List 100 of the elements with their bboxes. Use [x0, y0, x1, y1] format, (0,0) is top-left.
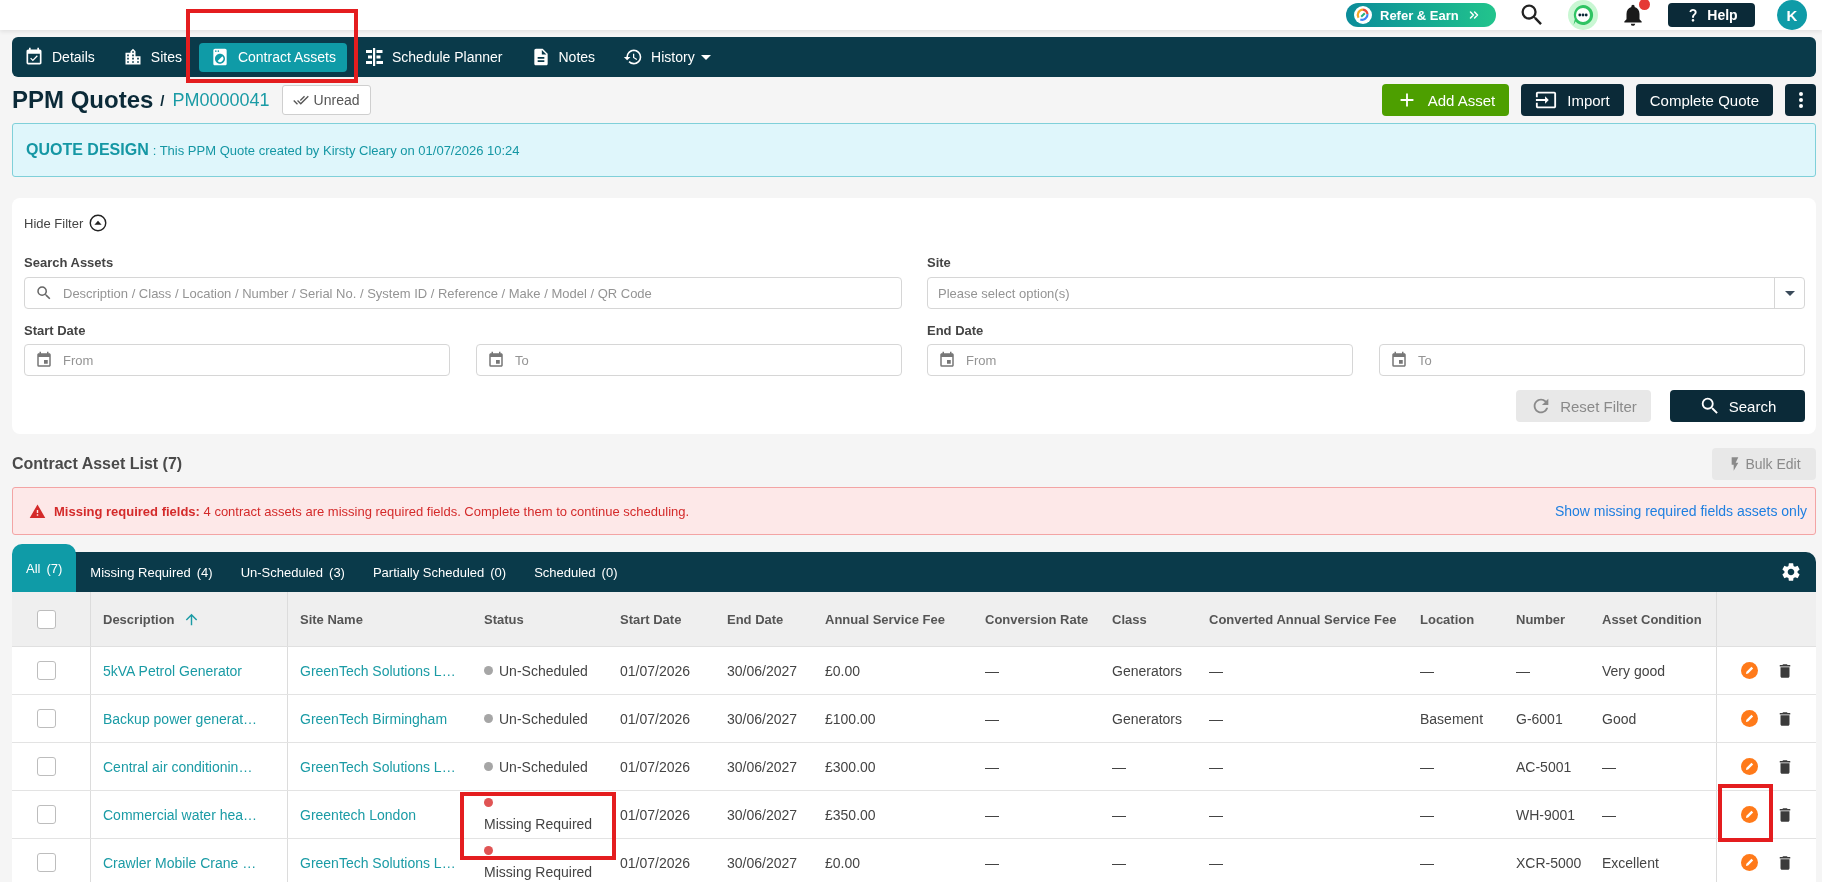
user-avatar[interactable]: K [1777, 0, 1807, 30]
site-link[interactable]: Greentech London [300, 806, 416, 823]
status-label: Un-Scheduled [499, 662, 588, 679]
add-asset-button[interactable]: Add Asset [1381, 84, 1510, 116]
table-cell: — [985, 662, 999, 679]
chat-icon[interactable] [1568, 0, 1598, 30]
table-cell: 30/06/2027 [727, 758, 798, 775]
table-cell: 30/06/2027 [727, 854, 798, 871]
column-header[interactable]: Start Date [620, 611, 682, 627]
complete-quote-button[interactable]: Complete Quote [1635, 84, 1773, 116]
column-header[interactable]: Status [484, 611, 524, 627]
table-cell: — [1420, 806, 1434, 823]
column-header[interactable]: Conversion Rate [985, 611, 1089, 627]
edit-icon[interactable] [1741, 806, 1758, 823]
column-header[interactable]: Description [103, 611, 175, 627]
table-cell: 30/06/2027 [727, 662, 798, 679]
column-header[interactable]: Number [1516, 611, 1566, 627]
table-cell: £0.00 [825, 662, 861, 679]
nav-tab[interactable]: Contract Assets [198, 42, 347, 72]
edit-icon[interactable] [1741, 662, 1758, 679]
nav-tab[interactable]: Notes [519, 42, 607, 72]
select-all-checkbox[interactable] [37, 609, 56, 629]
table-cell: 01/07/2026 [620, 662, 691, 679]
column-header[interactable]: Site Name [300, 611, 363, 627]
row-checkbox[interactable] [37, 805, 56, 824]
table-cell: Good [1602, 710, 1637, 727]
table-cell: — [1209, 662, 1223, 679]
show-missing-link[interactable]: Show missing required fields assets only [1554, 503, 1807, 519]
filter-toggle[interactable]: Hide Filter [24, 213, 108, 233]
status-tab[interactable]: Missing Required (4) [76, 552, 227, 592]
table-cell: — [1602, 806, 1616, 823]
field-label: Start Date [24, 323, 87, 339]
status-label: Un-Scheduled [499, 710, 588, 727]
timeline-bars-icon [363, 47, 384, 67]
table-cell: — [985, 710, 999, 727]
nav-tab[interactable]: Sites [111, 42, 193, 72]
settings-icon[interactable] [1780, 561, 1802, 583]
table-cell: — [1602, 758, 1616, 775]
status-label: Un-Scheduled [499, 758, 588, 775]
more-button[interactable] [1785, 84, 1816, 116]
column-header[interactable]: Annual Service Fee [825, 611, 945, 627]
column-header[interactable]: Converted Annual Service Fee [1209, 611, 1397, 627]
asset-link[interactable]: 5kVA Petrol Generator [103, 662, 243, 679]
table-cell: 30/06/2027 [727, 710, 798, 727]
import-button[interactable]: Import [1521, 84, 1624, 116]
table-cell: — [1420, 662, 1434, 679]
calendar-icon [487, 351, 505, 369]
help-button[interactable]: Help [1668, 3, 1755, 27]
asset-link[interactable]: Backup power generat… [103, 710, 258, 727]
table-cell: — [1420, 758, 1434, 775]
unread-button[interactable]: Unread [281, 85, 371, 115]
status-tab[interactable]: Un-Scheduled (3) [226, 552, 359, 592]
edit-icon[interactable] [1741, 854, 1758, 871]
site-link[interactable]: GreenTech Solutions L… [300, 854, 456, 871]
ring-logo-icon [1354, 6, 1372, 24]
table-cell: — [985, 854, 999, 871]
asset-link[interactable]: Commercial water hea… [103, 806, 258, 823]
calendar-icon [1390, 351, 1408, 369]
edit-icon[interactable] [1741, 758, 1758, 775]
table-cell: WH-9001 [1516, 806, 1576, 823]
field-label: End Date [927, 323, 985, 339]
table-cell: AC-5001 [1516, 758, 1572, 775]
caret-up-circle-icon [89, 214, 108, 232]
row-checkbox[interactable] [37, 661, 56, 680]
nav-tab[interactable]: History [612, 42, 722, 72]
column-header[interactable]: End Date [727, 611, 784, 627]
column-header[interactable]: Asset Condition [1602, 611, 1702, 627]
search-icon [35, 284, 53, 302]
nav-tab[interactable]: Details [13, 42, 106, 72]
table-cell: — [1516, 662, 1530, 679]
column-header[interactable]: Location [1420, 611, 1475, 627]
edit-icon[interactable] [1741, 710, 1758, 727]
column-header[interactable]: Class [1112, 611, 1147, 627]
asset-link[interactable]: Central air conditionin… [103, 758, 253, 775]
site-link[interactable]: GreenTech Birmingham [300, 710, 448, 727]
status-tab[interactable]: All (7) [12, 544, 77, 592]
table-cell: — [1209, 758, 1223, 775]
banner-heading: QUOTE DESIGN [26, 141, 149, 159]
table-cell: XCR-5000 [1516, 854, 1582, 871]
row-checkbox[interactable] [37, 757, 56, 776]
nav-tab[interactable]: Schedule Planner [352, 42, 514, 72]
table-cell: 01/07/2026 [620, 854, 691, 871]
status-tab[interactable]: Partially Scheduled (0) [358, 552, 521, 592]
site-link[interactable]: GreenTech Solutions L… [300, 758, 456, 775]
banner-text: : This PPM Quote created by Kirsty Cleary on 01/07/2026 10:24 [152, 142, 520, 158]
table-cell: Basement [1420, 710, 1484, 727]
table-cell: — [1209, 854, 1223, 871]
row-checkbox[interactable] [37, 853, 56, 872]
table-cell: — [985, 806, 999, 823]
search-button[interactable]: Search [1670, 390, 1805, 422]
row-checkbox[interactable] [37, 709, 56, 728]
table-cell: — [1420, 854, 1434, 871]
table-cell: £0.00 [825, 854, 861, 871]
table-cell: Very good [1602, 662, 1666, 679]
table-cell: — [1209, 806, 1223, 823]
table-cell: — [1112, 854, 1126, 871]
status-tab[interactable]: Scheduled (0) [520, 552, 632, 592]
site-link[interactable]: GreenTech Solutions L… [300, 662, 456, 679]
asset-link[interactable]: Crawler Mobile Crane … [103, 854, 257, 871]
table-cell: £100.00 [825, 710, 876, 727]
